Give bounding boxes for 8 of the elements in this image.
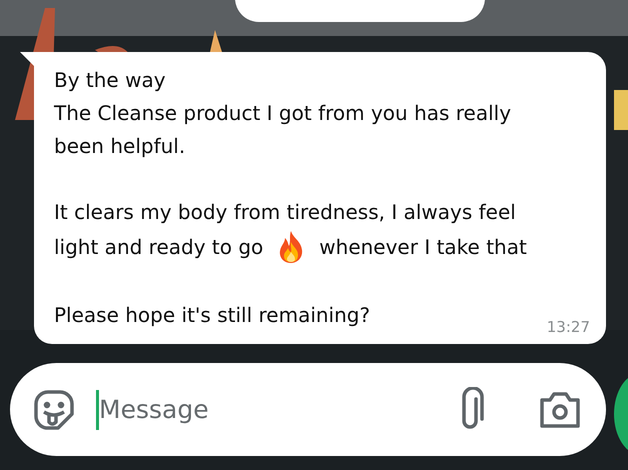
message-text: It clears my body from tiredness, I always feel: [54, 199, 516, 226]
message-text: light and ready to go: [54, 234, 264, 260]
message-field[interactable]: Message: [99, 395, 434, 424]
sticker-icon[interactable]: [32, 388, 76, 432]
message-text: Please hope it's still remaining?: [54, 302, 370, 329]
message-time: 13:27: [546, 318, 590, 336]
message-text: By the way The Cleanse product I got from you has really been helpful.: [54, 67, 512, 160]
message-text: whenever I take that: [319, 234, 527, 260]
